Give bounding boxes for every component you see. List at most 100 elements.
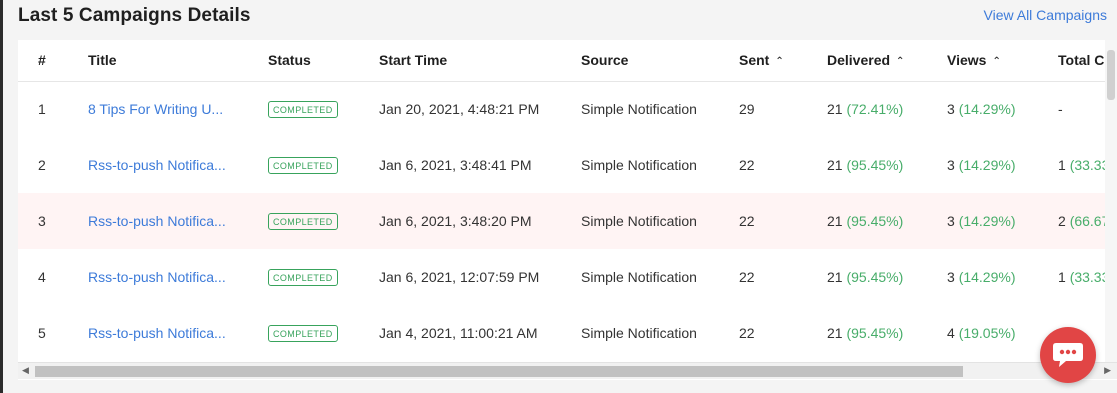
- source: Simple Notification: [581, 325, 697, 341]
- chevron-up-icon[interactable]: ⌃: [896, 56, 904, 67]
- status-badge: COMPLETED: [268, 157, 338, 174]
- row-number: 3: [18, 193, 88, 249]
- delivered-count: 21: [827, 269, 843, 285]
- column-header-sent-label: Sent: [739, 52, 770, 69]
- vertical-scrollbar[interactable]: [1105, 40, 1117, 362]
- views-percentage: (14.29%): [958, 157, 1016, 173]
- start-time: Jan 20, 2021, 4:48:21 PM: [379, 101, 540, 118]
- table-header-row: # Title Status Start Time Source Sent ⌃ D…: [18, 40, 1117, 82]
- views-cell: 3 (14.29%): [947, 137, 1058, 193]
- clicks-percentage: (33.33: [1069, 269, 1110, 285]
- vertical-scrollbar-thumb[interactable]: [1107, 50, 1115, 100]
- views-count: 3: [947, 213, 955, 229]
- chevron-up-icon[interactable]: ⌃: [775, 56, 783, 67]
- column-header-title: Title: [88, 40, 268, 82]
- views-count: 3: [947, 101, 955, 118]
- delivered-percentage: (95.45%): [846, 325, 904, 341]
- column-header-views-label: Views: [947, 52, 987, 69]
- delivered-cell: 21 (95.45%): [827, 305, 947, 361]
- row-number: 5: [38, 325, 46, 341]
- status-badge: COMPLETED: [268, 325, 338, 342]
- source: Simple Notification: [581, 157, 697, 173]
- start-time: Jan 4, 2021, 11:00:21 AM: [379, 325, 538, 341]
- table-row: 5 Rss-to-push Notifica... COMPLETED Jan …: [18, 305, 1117, 361]
- row-number: 1: [38, 101, 46, 118]
- clicks-count: 1: [1058, 157, 1066, 173]
- sent-count: 29: [739, 101, 755, 118]
- row-number: 4: [38, 269, 46, 285]
- sent-count: 22: [739, 193, 827, 249]
- views-count: 3: [947, 157, 955, 173]
- status-badge: COMPLETED: [268, 213, 338, 230]
- delivered-count: 21: [827, 213, 843, 229]
- start-time: Jan 6, 2021, 12:07:59 PM: [379, 269, 540, 285]
- chat-widget-button[interactable]: [1040, 327, 1096, 383]
- column-header-delivered[interactable]: Delivered ⌃: [827, 40, 947, 82]
- views-cell: 3 (14.29%): [947, 249, 1058, 305]
- delivered-cell: 21 (72.41%): [827, 81, 947, 137]
- views-cell: 3 (14.29%): [947, 193, 1058, 249]
- sent-count: 22: [739, 269, 755, 285]
- sent-count: 22: [739, 325, 755, 341]
- clicks-percentage: (66.67: [1069, 213, 1110, 229]
- views-count: 4: [947, 325, 955, 341]
- delivered-count: 21: [827, 157, 843, 173]
- delivered-cell: 21 (95.45%): [827, 249, 947, 305]
- table-row: 4 Rss-to-push Notifica... COMPLETED Jan …: [18, 249, 1117, 305]
- delivered-count: 21: [827, 101, 843, 118]
- column-header-source: Source: [581, 40, 739, 82]
- status-badge: COMPLETED: [268, 101, 338, 119]
- source: Simple Notification: [581, 269, 697, 285]
- views-percentage: (14.29%): [958, 101, 1016, 118]
- column-header-number: #: [18, 40, 88, 82]
- clicks-count: 1: [1058, 269, 1066, 285]
- views-cell: 3 (14.29%): [947, 81, 1058, 137]
- delivered-percentage: (95.45%): [846, 157, 904, 173]
- views-percentage: (14.29%): [958, 213, 1016, 229]
- campaign-title-link[interactable]: Rss-to-push Notifica...: [88, 269, 226, 285]
- table-row: 1 8 Tips For Writing U... COMPLETED Jan …: [18, 81, 1117, 137]
- views-percentage: (14.29%): [958, 269, 1016, 285]
- views-percentage: (19.05%): [958, 325, 1016, 341]
- clicks-count: 2: [1058, 213, 1066, 229]
- column-header-views[interactable]: Views ⌃: [947, 40, 1058, 82]
- start-time: Jan 6, 2021, 3:48:20 PM: [379, 193, 581, 249]
- delivered-percentage: (95.45%): [846, 213, 904, 229]
- chat-bubble-icon: [1053, 343, 1083, 367]
- triangle-left-icon[interactable]: ◀: [22, 365, 29, 376]
- start-time: Jan 6, 2021, 3:48:41 PM: [379, 157, 532, 173]
- column-header-delivered-label: Delivered: [827, 52, 891, 69]
- row-number: 2: [38, 157, 46, 173]
- delivered-count: 21: [827, 325, 843, 341]
- table-row: 3 Rss-to-push Notifica... COMPLETED Jan …: [18, 193, 1117, 249]
- section-header: Last 5 Campaigns Details View All Campai…: [18, 0, 1117, 40]
- delivered-cell: 21 (95.45%): [827, 137, 947, 193]
- source: Simple Notification: [581, 101, 697, 118]
- clicks-count: -: [1058, 101, 1063, 118]
- view-all-campaigns-link[interactable]: View All Campaigns: [984, 7, 1107, 23]
- triangle-right-icon[interactable]: ▶: [1104, 365, 1111, 376]
- delivered-percentage: (95.45%): [846, 269, 904, 285]
- status-badge: COMPLETED: [268, 269, 338, 286]
- campaign-title-link[interactable]: Rss-to-push Notifica...: [88, 157, 226, 173]
- section-title: Last 5 Campaigns Details: [18, 5, 251, 26]
- horizontal-scrollbar-thumb[interactable]: [35, 366, 963, 377]
- campaign-title-link[interactable]: Rss-to-push Notifica...: [88, 213, 226, 229]
- horizontal-scrollbar[interactable]: ◀ ▶: [18, 362, 1117, 379]
- campaigns-table-card: # Title Status Start Time Source Sent ⌃ D…: [18, 40, 1117, 380]
- clicks-percentage: (33.33: [1069, 157, 1110, 173]
- campaigns-table: # Title Status Start Time Source Sent ⌃ D…: [18, 40, 1117, 361]
- delivered-percentage: (72.41%): [846, 101, 904, 118]
- table-row: 2 Rss-to-push Notifica... COMPLETED Jan …: [18, 137, 1117, 193]
- column-header-status: Status: [268, 40, 379, 82]
- campaign-title-link[interactable]: Rss-to-push Notifica...: [88, 325, 226, 341]
- source: Simple Notification: [581, 193, 739, 249]
- column-header-sent[interactable]: Sent ⌃: [739, 40, 827, 82]
- column-header-start-time: Start Time: [379, 40, 581, 82]
- window-edge: [0, 0, 3, 393]
- delivered-cell: 21 (95.45%): [827, 193, 947, 249]
- sent-count: 22: [739, 157, 755, 173]
- chevron-up-icon[interactable]: ⌃: [992, 56, 1000, 67]
- views-count: 3: [947, 269, 955, 285]
- campaign-title-link[interactable]: 8 Tips For Writing U...: [88, 101, 223, 117]
